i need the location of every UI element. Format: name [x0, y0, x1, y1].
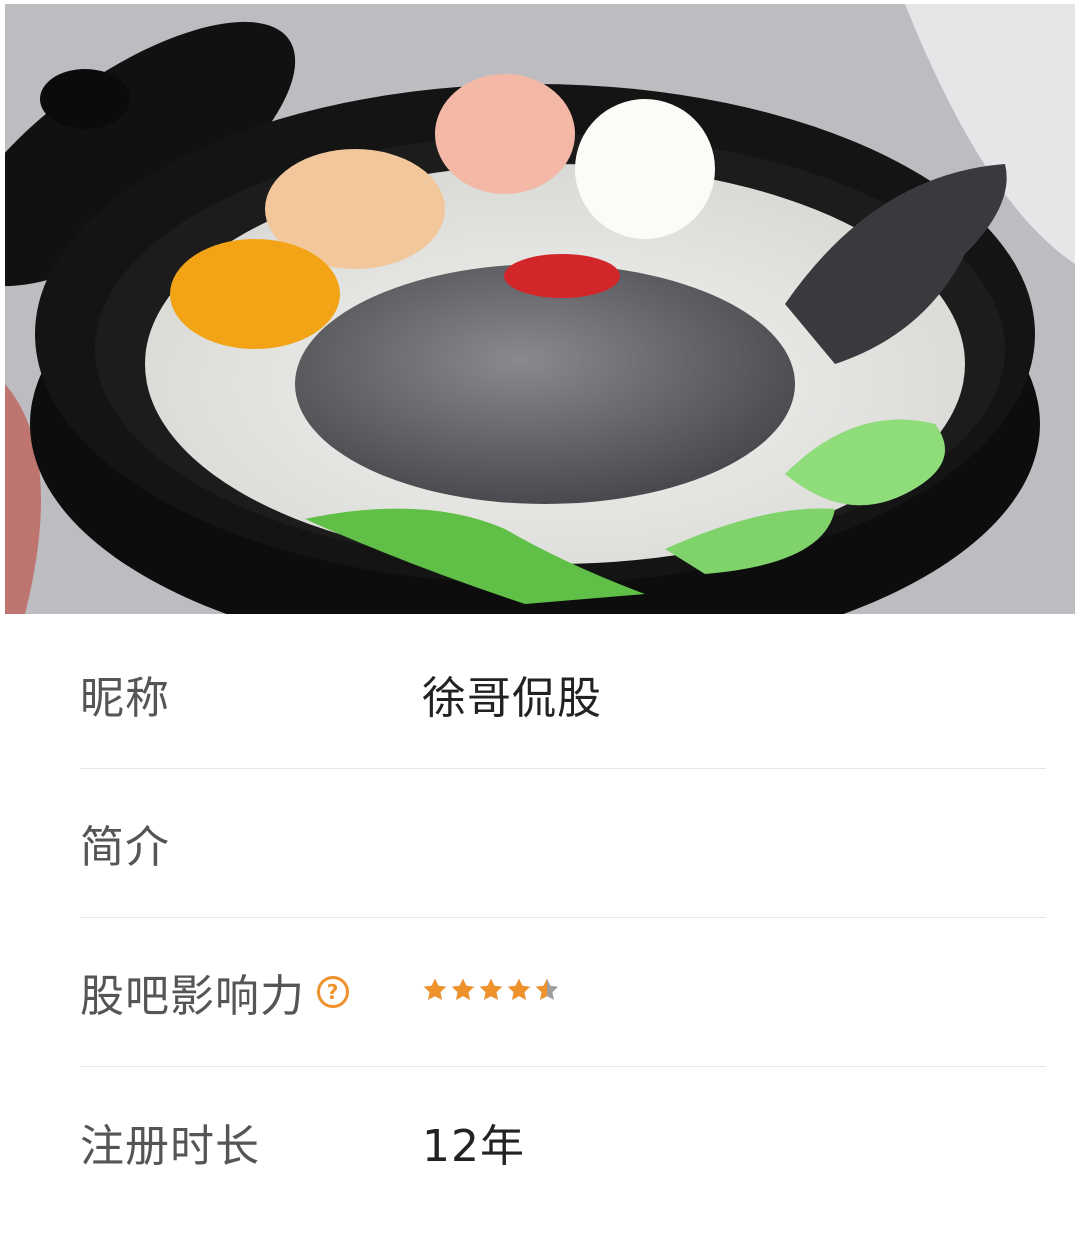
cover-image [5, 4, 1075, 614]
star-icon [450, 977, 476, 1003]
influence-label: 股吧影响力 [80, 971, 305, 1022]
register-row: 注册时长 12年 [80, 1067, 1046, 1216]
register-label: 注册时长 [80, 1120, 260, 1172]
nickname-value: 徐哥侃股 [422, 673, 602, 724]
influence-label-wrap: 股吧影响力 ? [80, 960, 422, 1024]
influence-rating-stars [422, 977, 560, 1003]
nickname-label: 昵称 [80, 673, 170, 724]
question-circle-icon[interactable]: ? [317, 976, 349, 1008]
nickname-row: 昵称 徐哥侃股 [80, 620, 1046, 769]
intro-label: 简介 [80, 822, 170, 873]
intro-row: 简介 [80, 769, 1046, 918]
star-icon [506, 977, 532, 1003]
star-icon [422, 977, 448, 1003]
profile-page: 昵称 徐哥侃股 简介 股吧影响力 ? 注册时长 12年 [0, 0, 1080, 1250]
star-icon [478, 977, 504, 1003]
influence-row: 股吧影响力 ? [80, 918, 1046, 1067]
profile-info-list: 昵称 徐哥侃股 简介 股吧影响力 ? 注册时长 12年 [80, 620, 1046, 1216]
register-value: 12年 [422, 1120, 525, 1172]
star-icon [534, 977, 560, 1003]
cover-illustration [5, 4, 1075, 614]
